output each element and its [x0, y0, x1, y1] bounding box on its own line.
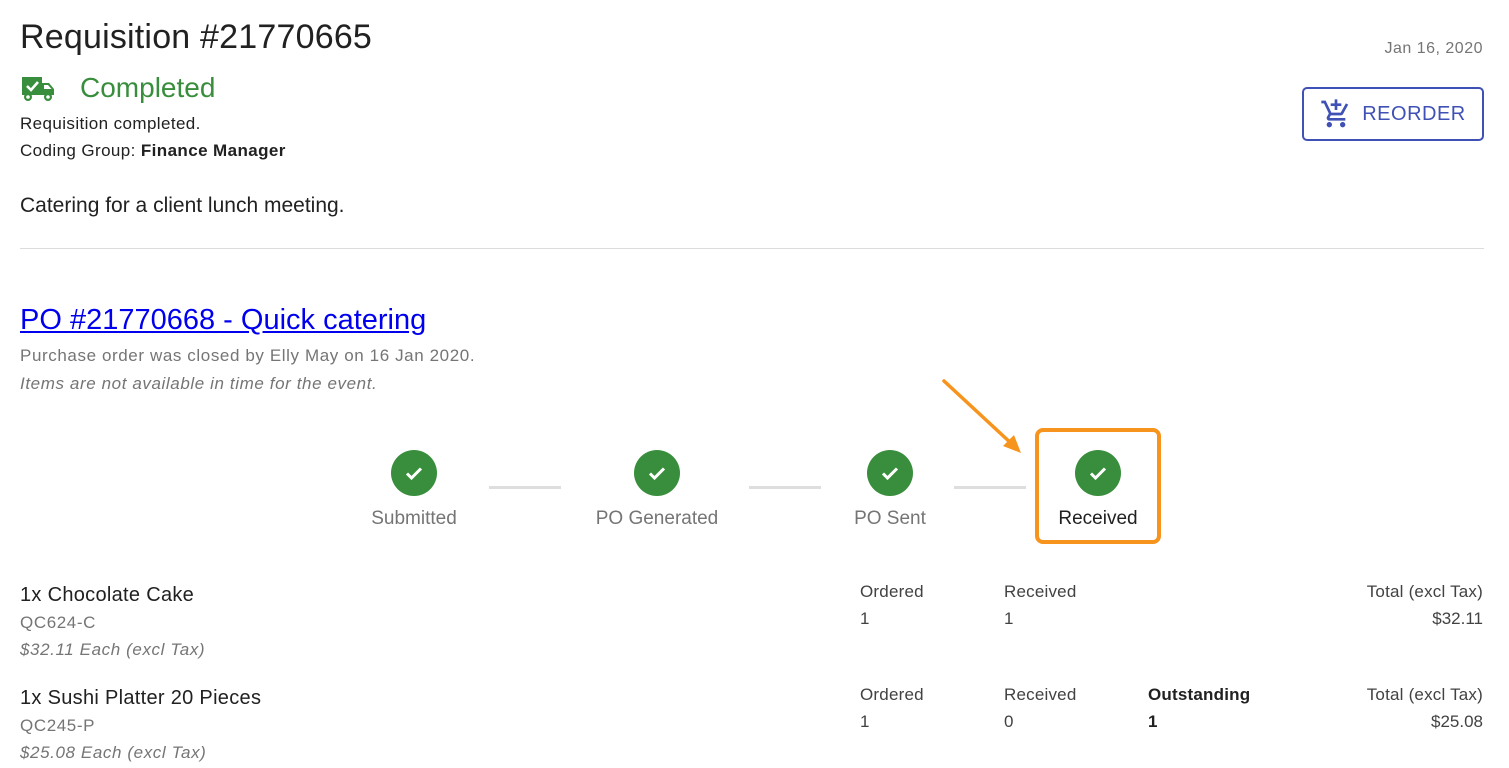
requisition-description: Catering for a client lunch meeting. — [20, 194, 345, 217]
item-unit-price: $32.11 Each (excl Tax) — [20, 640, 206, 659]
step-connector — [954, 486, 1026, 489]
step-connector — [749, 486, 821, 489]
coding-group: Coding Group: Finance Manager — [20, 141, 286, 161]
coding-group-value: Finance Manager — [140, 141, 286, 160]
item-unit-price: $25.08 Each (excl Tax) — [20, 743, 207, 762]
received-value: 0 — [1004, 712, 1014, 731]
received-header: Received — [1004, 582, 1077, 601]
received-header: Received — [1004, 685, 1077, 704]
outstanding-header: Outstanding — [1148, 685, 1251, 704]
check-circle-icon — [391, 450, 437, 496]
item-sku: QC245-P — [20, 716, 96, 735]
ordered-header: Ordered — [860, 582, 924, 601]
total-value: $32.11 — [1432, 609, 1483, 628]
ordered-value: 1 — [860, 609, 870, 628]
outstanding-value: 1 — [1148, 712, 1158, 731]
divider — [20, 248, 1484, 249]
status-label: Completed — [80, 72, 216, 103]
status-row: Completed — [20, 72, 215, 104]
step-label: Submitted — [371, 508, 457, 529]
ordered-header: Ordered — [860, 685, 924, 704]
po-reason-text: Items are not available in time for the … — [20, 374, 378, 393]
check-circle-icon — [867, 450, 913, 496]
received-value: 1 — [1004, 609, 1014, 628]
step-po-sent: PO Sent — [840, 450, 940, 530]
highlight-box — [1035, 428, 1161, 544]
total-value: $25.08 — [1431, 712, 1483, 731]
requisition-date: Jan 16, 2020 — [1384, 40, 1483, 57]
cart-plus-icon — [1321, 99, 1349, 128]
ordered-value: 1 — [860, 712, 870, 731]
reorder-button[interactable]: REORDER — [1302, 87, 1484, 141]
check-circle-icon — [634, 450, 680, 496]
po-closed-text: Purchase order was closed by Elly May on… — [20, 346, 476, 365]
total-header: Total (excl Tax) — [1366, 685, 1483, 704]
item-sku: QC624-C — [20, 613, 97, 632]
item-name: 1x Sushi Platter 20 Pieces — [20, 687, 262, 709]
step-submitted: Submitted — [364, 450, 464, 530]
step-label: PO Generated — [595, 508, 719, 529]
page-title: Requisition #21770665 — [20, 18, 373, 56]
status-message: Requisition completed. — [20, 114, 201, 133]
reorder-label: REORDER — [1362, 102, 1466, 125]
step-po-generated: PO Generated — [587, 450, 727, 530]
po-link[interactable]: PO #21770668 - Quick catering — [20, 304, 426, 337]
annotation-arrow-icon — [942, 379, 1021, 453]
truck-check-icon — [22, 77, 54, 101]
step-connector — [489, 486, 561, 489]
item-name: 1x Chocolate Cake — [20, 584, 195, 606]
total-header: Total (excl Tax) — [1366, 582, 1483, 601]
coding-group-label: Coding Group: — [20, 141, 141, 160]
step-label: PO Sent — [854, 508, 926, 529]
